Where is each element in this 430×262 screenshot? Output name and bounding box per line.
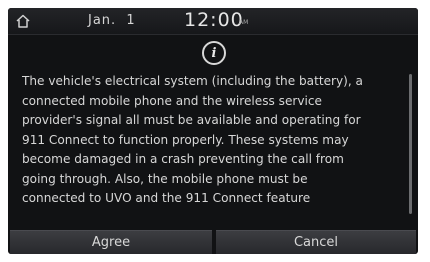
message-line: become damaged in a crash preventing the… xyxy=(22,152,344,166)
message-line: The vehicle's electrical system (includi… xyxy=(22,74,363,88)
message-line: 911 Connect to function properly. These … xyxy=(22,132,349,147)
message-line: going through. Also, the mobile phone mu… xyxy=(22,171,308,186)
status-bar: Jan. 1 12:00 AM xyxy=(8,8,418,35)
message-line: provider's signal all must be available … xyxy=(22,113,361,127)
message-line: connected to UVO and the 911 Connect fea… xyxy=(22,191,311,205)
clock-ampm: AM xyxy=(239,19,249,26)
clock-time: 12:00 xyxy=(184,9,244,31)
message-text: The vehicle's electrical system (includi… xyxy=(22,72,410,224)
info-icon: i xyxy=(202,41,226,65)
agree-button[interactable]: Agree xyxy=(10,230,212,254)
cancel-button[interactable]: Cancel xyxy=(216,230,416,254)
home-icon xyxy=(16,14,30,28)
dialog-buttons: Agree Cancel xyxy=(8,230,418,254)
infotainment-screen: Jan. 1 12:00 AM i The vehicle's electric… xyxy=(8,8,418,254)
date-label: Jan. 1 xyxy=(88,13,136,28)
message-line: connected mobile phone and the wireless … xyxy=(22,93,322,108)
scrollbar[interactable] xyxy=(409,74,412,214)
home-button[interactable] xyxy=(8,8,38,34)
